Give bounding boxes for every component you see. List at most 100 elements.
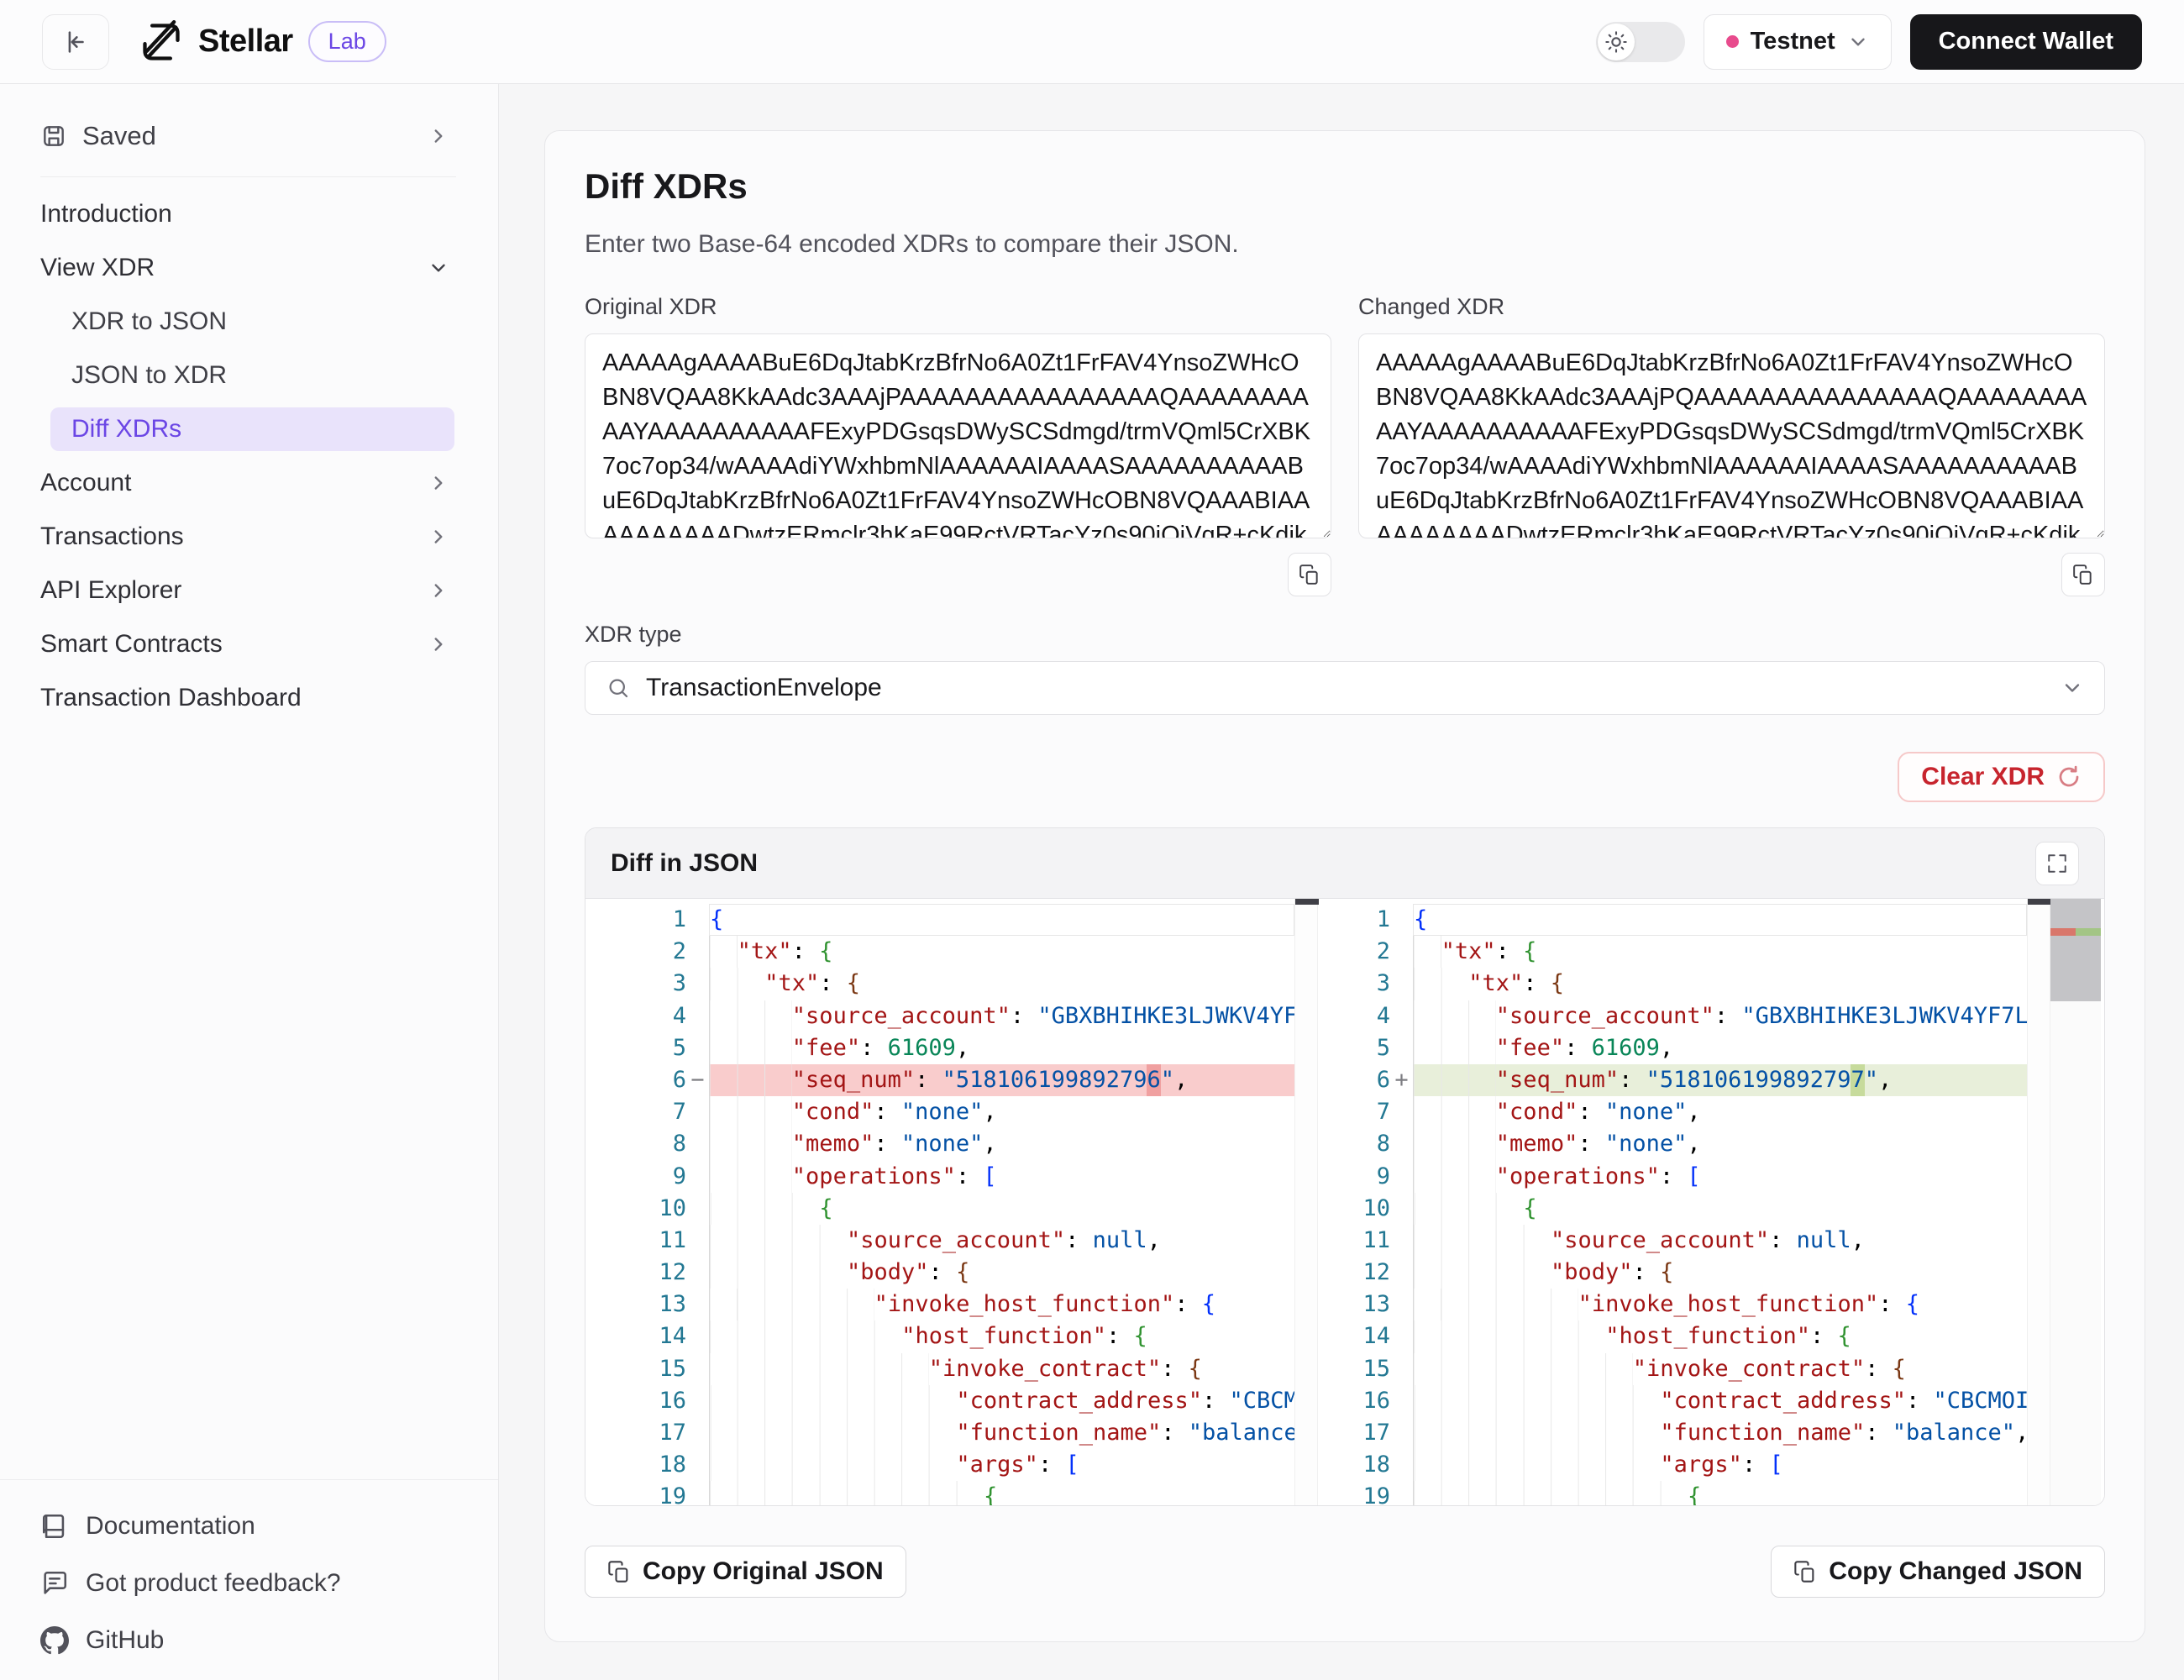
line-number: 1: [585, 904, 686, 936]
theme-toggle[interactable]: [1596, 22, 1685, 62]
sidebar-item-account[interactable]: Account: [0, 456, 498, 510]
network-selector[interactable]: Testnet: [1704, 14, 1892, 70]
code-line: 6+"seq_num": "518106199892797",: [1318, 1064, 2027, 1096]
sidebar-item-saved[interactable]: Saved: [0, 84, 498, 176]
line-number: 2: [1318, 936, 1390, 968]
diff-sign: [1390, 1417, 1413, 1449]
copy-changed-json-button[interactable]: Copy Changed JSON: [1771, 1546, 2105, 1598]
search-icon: [606, 675, 631, 701]
sidebar-item-xdr-to-json[interactable]: XDR to JSON: [0, 295, 498, 349]
copy-icon: [1299, 564, 1320, 585]
diff-sign: [1390, 1385, 1413, 1417]
diff-sign: [1390, 1320, 1413, 1352]
sidebar-divider: [40, 176, 456, 177]
copy-changed-xdr-button[interactable]: [2061, 553, 2105, 596]
refresh-icon: [2056, 764, 2082, 790]
original-json-pane: 1{2"tx": {3"tx": {4"source_account": "GB…: [585, 899, 1294, 1505]
code-line: 3"tx": {: [585, 968, 1294, 1000]
expand-diff-button[interactable]: [2035, 842, 2079, 885]
copy-original-json-button[interactable]: Copy Original JSON: [585, 1546, 906, 1598]
code-line: 18"args": [: [585, 1449, 1294, 1481]
sidebar-item-view-xdr[interactable]: View XDR: [0, 241, 498, 295]
collapse-sidebar-icon: [61, 28, 90, 56]
code-line: 1{: [1318, 904, 2027, 936]
diff-sign: [1390, 1481, 1413, 1505]
sidebar-item-transactions[interactable]: Transactions: [0, 510, 498, 564]
code-line: 9"operations": [: [585, 1161, 1294, 1193]
line-number: 19: [1318, 1481, 1390, 1505]
changed-xdr-input[interactable]: AAAAAgAAAABuE6DqJtabKrzBfrNo6A0Zt1FrFAV4…: [1358, 333, 2105, 538]
sidebar-item-smart-contracts[interactable]: Smart Contracts: [0, 617, 498, 671]
collapse-sidebar-button[interactable]: [42, 14, 109, 70]
sidebar-item-label: XDR to JSON: [71, 307, 227, 336]
diff-sign: [1390, 904, 1413, 936]
diff-in-json-panel: Diff in JSON 1{2"tx": {3"tx": {4"source_…: [585, 827, 2105, 1506]
line-number: 10: [585, 1193, 686, 1225]
chevron-down-icon: [1847, 31, 1869, 53]
code-line: 10{: [585, 1193, 1294, 1225]
diff-sign: [1390, 1225, 1413, 1257]
line-number: 8: [585, 1128, 686, 1160]
sidebar-footer-got-product-feedback-[interactable]: Got product feedback?: [40, 1569, 458, 1598]
overview-added-mark: [2076, 928, 2101, 936]
sidebar-item-introduction[interactable]: Introduction: [0, 187, 498, 241]
copy-icon: [2072, 564, 2094, 585]
line-number: 9: [585, 1161, 686, 1193]
diff-sign: [686, 904, 709, 936]
diff-panel-title: Diff in JSON: [611, 849, 758, 878]
line-number: 15: [1318, 1353, 1390, 1385]
line-number: 13: [585, 1289, 686, 1320]
vertical-scrollbar: [2050, 899, 2101, 1505]
sidebar-item-label: Account: [40, 469, 131, 497]
diff-sign: [686, 936, 709, 968]
diff-sign: [686, 1257, 709, 1289]
sash-handle[interactable]: [2028, 899, 2051, 905]
sash-handle[interactable]: [1295, 899, 1319, 905]
chevron-down-icon: [2061, 676, 2084, 700]
line-number: 11: [585, 1225, 686, 1257]
code-line: 4"source_account": "GBXBHIHKE3LJWKV4YF7L…: [585, 1000, 1294, 1032]
copy-original-xdr-button[interactable]: [1288, 553, 1331, 596]
brand[interactable]: Stellar Lab: [139, 20, 386, 64]
sidebar-item-label: Transactions: [40, 522, 184, 551]
clear-xdr-button[interactable]: Clear XDR: [1898, 752, 2105, 802]
diff-sign: [686, 1096, 709, 1128]
sidebar-item-transaction-dashboard[interactable]: Transaction Dashboard: [0, 671, 498, 725]
testnet-dot-icon: [1726, 35, 1739, 48]
diff-sign: −: [686, 1064, 709, 1096]
brand-name: Stellar: [198, 24, 293, 60]
sidebar-item-json-to-xdr[interactable]: JSON to XDR: [0, 349, 498, 402]
line-number: 14: [1318, 1320, 1390, 1352]
diff-sign: [1390, 1000, 1413, 1032]
sidebar-footer-github[interactable]: GitHub: [40, 1626, 458, 1655]
original-xdr-input[interactable]: AAAAAgAAAABuE6DqJtabKrzBfrNo6A0Zt1FrFAV4…: [585, 333, 1331, 538]
sidebar-item-diff-xdrs[interactable]: Diff XDRs: [50, 407, 454, 451]
main-area: Diff XDRs Enter two Base-64 encoded XDRs…: [500, 84, 2184, 1680]
code-line: 15"invoke_contract": {: [585, 1353, 1294, 1385]
diff-sign: [686, 1353, 709, 1385]
xdr-type-label: XDR type: [585, 622, 2105, 648]
clear-xdr-label: Clear XDR: [1921, 763, 2045, 791]
diff-sign: [1390, 1257, 1413, 1289]
sidebar-footer-documentation[interactable]: Documentation: [40, 1512, 458, 1541]
scrollbar-thumb[interactable]: [2050, 899, 2101, 1001]
diff-sign: +: [1390, 1064, 1413, 1096]
line-number: 17: [1318, 1417, 1390, 1449]
copy-icon: [1793, 1560, 1817, 1583]
xdr-type-select[interactable]: TransactionEnvelope: [585, 661, 2105, 715]
diff-sign: [1390, 936, 1413, 968]
diff-sign: [686, 1417, 709, 1449]
sidebar-footer-label: Documentation: [86, 1512, 255, 1541]
line-number: 5: [585, 1032, 686, 1064]
connect-wallet-button[interactable]: Connect Wallet: [1910, 14, 2142, 70]
sidebar-item-label: Diff XDRs: [71, 415, 181, 444]
line-number: 7: [1318, 1096, 1390, 1128]
original-xdr-label: Original XDR: [585, 294, 1331, 320]
sidebar-item-api-explorer[interactable]: API Explorer: [0, 564, 498, 617]
diff-sign: [686, 968, 709, 1000]
code-line: 15"invoke_contract": {: [1318, 1353, 2027, 1385]
diff-sign: [1390, 968, 1413, 1000]
code-line: 14"host_function": {: [585, 1320, 1294, 1352]
code-line: 12"body": {: [1318, 1257, 2027, 1289]
book-icon: [40, 1512, 69, 1541]
